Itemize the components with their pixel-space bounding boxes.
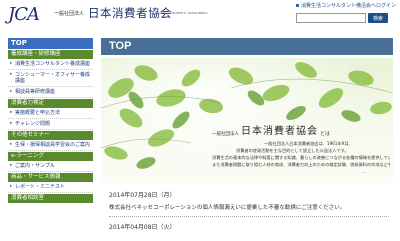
hero-title: 一般社団法人 日本消費者協会 とは	[212, 122, 330, 137]
hero-line: 消費者の啓発活動を主な目的として設立した公益法人です。	[236, 148, 349, 153]
sidebar-heading-seminars[interactable]: その他セミナー	[8, 131, 93, 140]
page-title-banner: TOP	[101, 38, 393, 55]
hero-line: 一般社団法人日本消費者協会は、1961年9月、	[264, 141, 353, 146]
consultant-login-link[interactable]: 消費生活コンサルタント備沿会ヘログイン	[296, 2, 396, 9]
sidebar-item-exam-outline[interactable]: 実施概要と申込方法	[8, 108, 93, 119]
sidebar-item-counselor-course[interactable]: 相談員等研修講座	[8, 87, 93, 98]
search-button[interactable]: 検索	[368, 13, 388, 23]
news-divider	[109, 216, 389, 217]
sidebar-top-link[interactable]: TOP	[8, 38, 93, 49]
news-date: 2014年07月28日（月）	[109, 192, 176, 199]
hero-description: 一般社団法人日本消費者協会は、1961年9月、 消費者の啓発活動を主な目的として…	[212, 140, 390, 175]
sidebar-heading-products[interactable]: 商品・サービス情報	[8, 173, 93, 182]
hero-title-prefix: 一般社団法人	[212, 132, 239, 137]
sidebar-item-reports[interactable]: レポート・ミニテスト	[8, 182, 93, 193]
sidebar-heading-exam[interactable]: 消費者力検定	[8, 99, 93, 108]
hero-image: 一般社団法人 日本消費者協会 とは 一般社団法人日本消費者協会は、1961年9月…	[101, 58, 393, 184]
sidebar-heading-training[interactable]: 養成講座・研修講座	[8, 50, 93, 59]
hero-line: ...	[362, 169, 366, 174]
sidebar-heading-consultation[interactable]: 消費者相談室	[8, 194, 93, 203]
sidebar-heading-elearning[interactable]: e-ラーニング	[8, 152, 93, 161]
consultant-login-label: 消費生活コンサルタント備沿会ヘログイン	[301, 3, 397, 9]
search-button-label: 検索	[372, 15, 383, 22]
sidebar-item-officer-course[interactable]: コンシューマー・オフィサー養成講座	[8, 70, 93, 87]
news-link[interactable]: 株式会社ベネッセコーポレーションの個人情報漏えいに便乗した不審な勧誘にご注意くだ…	[109, 203, 393, 211]
hero-title-suffix: とは	[320, 131, 331, 137]
logo-mark: JCA	[8, 4, 40, 25]
hero-line: また消費者問題に取り組む人材の育成、消費者力向上のための検定試験、啓発資料の作成…	[212, 162, 390, 167]
hero-line: 消費生活の基本的な法律や制度に関する知識、暮らしの改善につながる各種の情報を提供…	[212, 155, 390, 160]
search-input[interactable]	[296, 13, 366, 23]
logo-english-name: Japan Consumers' Association	[155, 11, 208, 15]
news-date: 2014年04月08日（火）	[109, 224, 176, 231]
sidebar-item-insurance-study[interactable]: 生保・損保相談員学習会のご案内	[8, 140, 93, 151]
sidebar: TOP 養成講座・研修講座 消費生活コンサルタント養成講座 コンシューマー・オフ…	[8, 38, 93, 241]
sidebar-item-consultant-course[interactable]: 消費生活コンサルタント養成講座	[8, 59, 93, 70]
news-list: 2014年07月28日（月） 株式会社ベネッセコーポレーションの個人情報漏えいに…	[101, 190, 393, 231]
page-title: TOP	[109, 40, 132, 52]
bullet-icon	[296, 4, 299, 7]
sidebar-item-challenge[interactable]: チャレンジ問題	[8, 119, 93, 130]
hero-title-name: 日本消費者協会	[241, 126, 318, 137]
logo-subtitle: 一般社団法人	[54, 11, 85, 17]
sidebar-item-elearning-guide[interactable]: ご案内・サンプル	[8, 161, 93, 172]
site-logo[interactable]: JCA	[8, 3, 40, 25]
